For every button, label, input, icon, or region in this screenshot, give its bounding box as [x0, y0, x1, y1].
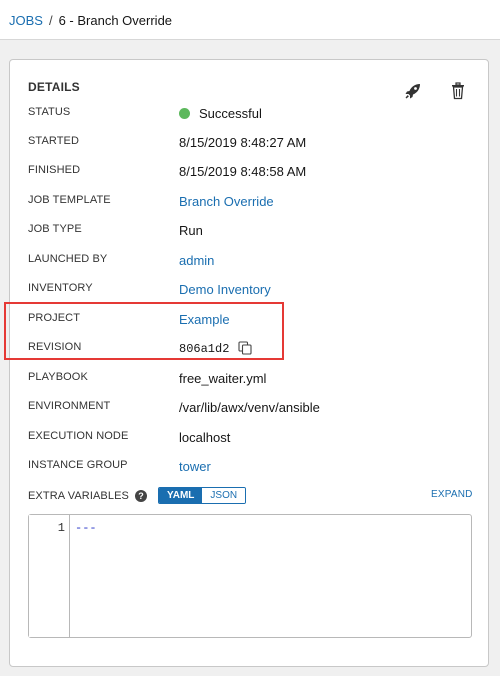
breadcrumb: JOBS / 6 - Branch Override: [9, 13, 172, 28]
top-bar: JOBS / 6 - Branch Override: [0, 0, 500, 40]
status-dot: [179, 108, 190, 119]
execution-node-label: EXECUTION NODE: [28, 430, 129, 442]
job-type-value: Run: [179, 223, 203, 238]
job-template-label: JOB TEMPLATE: [28, 194, 111, 206]
status-label: STATUS: [28, 106, 71, 118]
job-type-label: JOB TYPE: [28, 223, 82, 235]
highlight-box: [4, 302, 284, 360]
launched-by-label: LAUNCHED BY: [28, 253, 108, 265]
started-value: 8/15/2019 8:48:27 AM: [179, 135, 307, 150]
environment-label: ENVIRONMENT: [28, 400, 111, 412]
code-editor[interactable]: 1 ---: [28, 514, 472, 638]
details-card: DETAILS STATUS Successful STARTED 8/15/2…: [4, 59, 489, 667]
editor-content[interactable]: ---: [75, 521, 97, 535]
status-value: Successful: [179, 106, 262, 121]
help-icon[interactable]: ?: [135, 490, 147, 502]
json-toggle-button[interactable]: JSON: [202, 488, 246, 503]
started-label: STARTED: [28, 135, 80, 147]
breadcrumb-separator: /: [48, 13, 53, 28]
card-title: DETAILS: [28, 80, 80, 94]
playbook-label: PLAYBOOK: [28, 371, 88, 383]
instance-group-label: INSTANCE GROUP: [28, 459, 128, 471]
finished-label: FINISHED: [28, 164, 81, 176]
yaml-toggle-button[interactable]: YAML: [159, 488, 203, 503]
line-number: 1: [57, 521, 65, 535]
breadcrumb-current: 6 - Branch Override: [58, 13, 173, 28]
instance-group-link[interactable]: tower: [179, 459, 211, 474]
environment-value: /var/lib/awx/venv/ansible: [179, 400, 320, 415]
trash-icon[interactable]: [450, 82, 466, 100]
finished-value: 8/15/2019 8:48:58 AM: [179, 164, 307, 179]
playbook-value: free_waiter.yml: [179, 371, 267, 386]
editor-gutter: 1: [29, 515, 70, 637]
rocket-icon[interactable]: [404, 82, 422, 100]
extra-variables-label: EXTRA VARIABLES: [28, 490, 129, 502]
launched-by-link[interactable]: admin: [179, 253, 214, 268]
expand-link[interactable]: EXPAND: [431, 489, 473, 500]
status-text: Successful: [199, 106, 262, 121]
breadcrumb-jobs-link[interactable]: JOBS: [9, 13, 43, 28]
inventory-label: INVENTORY: [28, 282, 93, 294]
execution-node-value: localhost: [179, 430, 231, 445]
inventory-link[interactable]: Demo Inventory: [179, 282, 271, 297]
job-template-link[interactable]: Branch Override: [179, 194, 274, 209]
format-toggle: YAML JSON: [158, 487, 247, 504]
